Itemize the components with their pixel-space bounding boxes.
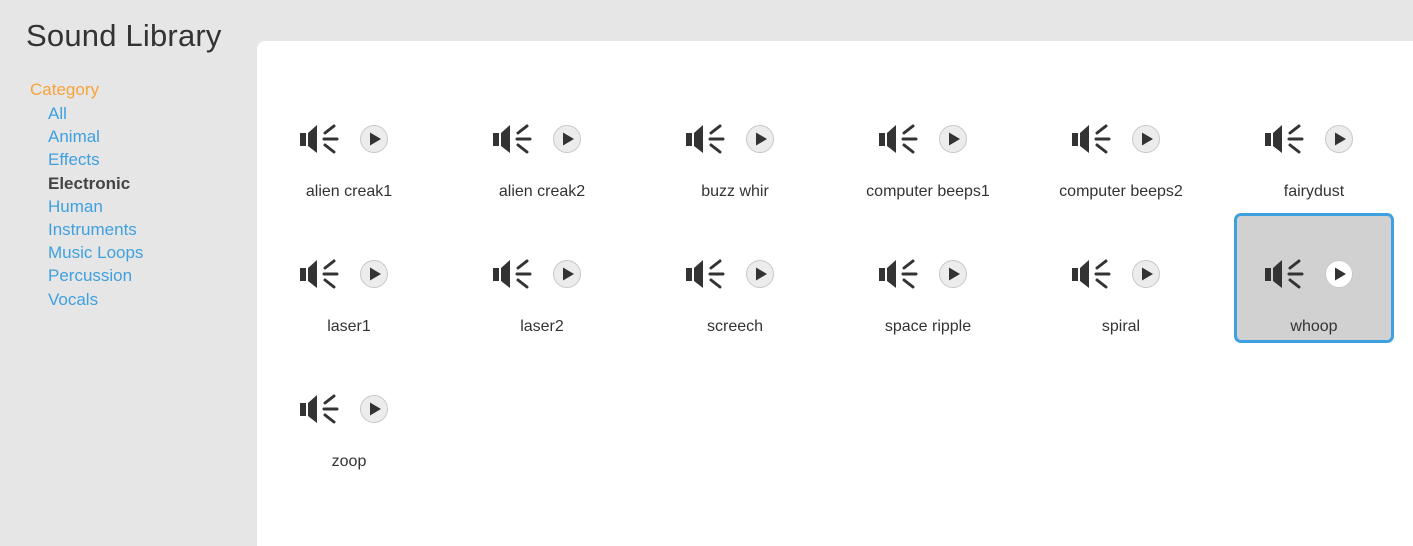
speaker-icon	[879, 124, 918, 154]
speaker-icon	[1265, 259, 1304, 289]
play-icon[interactable]	[745, 259, 775, 289]
sound-name: fairydust	[1283, 183, 1345, 200]
speaker-icon	[686, 124, 725, 154]
sound-name: buzz whir	[701, 183, 769, 200]
play-icon[interactable]	[1324, 259, 1354, 289]
sound-item[interactable]: computer beeps2	[1041, 78, 1201, 208]
sound-item[interactable]: fairydust	[1234, 78, 1394, 208]
play-icon[interactable]	[938, 124, 968, 154]
category-all[interactable]: All	[48, 102, 250, 125]
sound-item[interactable]: laser2	[462, 213, 622, 343]
category-list: All Animal Effects Electronic Human Inst…	[30, 102, 250, 311]
speaker-icon	[300, 124, 339, 154]
speaker-icon	[493, 124, 532, 154]
sound-item[interactable]: screech	[655, 213, 815, 343]
sound-name: spiral	[1101, 318, 1141, 335]
speaker-icon	[1265, 124, 1304, 154]
category-effects[interactable]: Effects	[48, 148, 250, 171]
sound-name: computer beeps1	[866, 183, 990, 200]
play-icon[interactable]	[359, 124, 389, 154]
sound-name: alien creak1	[305, 183, 393, 200]
speaker-icon	[300, 394, 339, 424]
speaker-icon	[1072, 124, 1111, 154]
sound-item[interactable]: alien creak1	[269, 78, 429, 208]
sound-name: laser1	[327, 318, 371, 335]
sound-item[interactable]: laser1	[269, 213, 429, 343]
category-human[interactable]: Human	[48, 195, 250, 218]
sound-name: screech	[706, 318, 764, 335]
sound-item[interactable]: computer beeps1	[848, 78, 1008, 208]
category-vocals[interactable]: Vocals	[48, 288, 250, 311]
sound-item[interactable]: buzz whir	[655, 78, 815, 208]
category-music-loops[interactable]: Music Loops	[48, 241, 250, 264]
play-icon[interactable]	[359, 394, 389, 424]
category-electronic[interactable]: Electronic	[48, 172, 250, 195]
play-icon[interactable]	[1324, 124, 1354, 154]
page-title: Sound Library	[26, 18, 222, 53]
play-icon[interactable]	[938, 259, 968, 289]
play-icon[interactable]	[1131, 124, 1161, 154]
category-percussion[interactable]: Percussion	[48, 264, 250, 287]
play-icon[interactable]	[552, 124, 582, 154]
play-icon[interactable]	[745, 124, 775, 154]
speaker-icon	[879, 259, 918, 289]
category-instruments[interactable]: Instruments	[48, 218, 250, 241]
speaker-icon	[686, 259, 725, 289]
sound-name: whoop	[1290, 318, 1338, 335]
play-icon[interactable]	[552, 259, 582, 289]
sound-item[interactable]: whoop	[1234, 213, 1394, 343]
category-sidebar: Category All Animal Effects Electronic H…	[30, 80, 250, 311]
sound-item[interactable]: alien creak2	[462, 78, 622, 208]
speaker-icon	[1072, 259, 1111, 289]
sound-item[interactable]: spiral	[1041, 213, 1201, 343]
sound-item[interactable]: space ripple	[848, 213, 1008, 343]
sound-name: computer beeps2	[1059, 183, 1183, 200]
sound-library-panel: alien creak1 alien creak2 buzz whir compute…	[257, 41, 1413, 546]
speaker-icon	[493, 259, 532, 289]
sound-name: laser2	[520, 318, 564, 335]
sound-name: space ripple	[884, 318, 972, 335]
sound-item[interactable]: zoop	[269, 348, 429, 478]
sound-name: alien creak2	[498, 183, 586, 200]
sound-name: zoop	[331, 453, 367, 470]
speaker-icon	[300, 259, 339, 289]
play-icon[interactable]	[359, 259, 389, 289]
category-heading: Category	[30, 80, 99, 99]
play-icon[interactable]	[1131, 259, 1161, 289]
category-animal[interactable]: Animal	[48, 125, 250, 148]
